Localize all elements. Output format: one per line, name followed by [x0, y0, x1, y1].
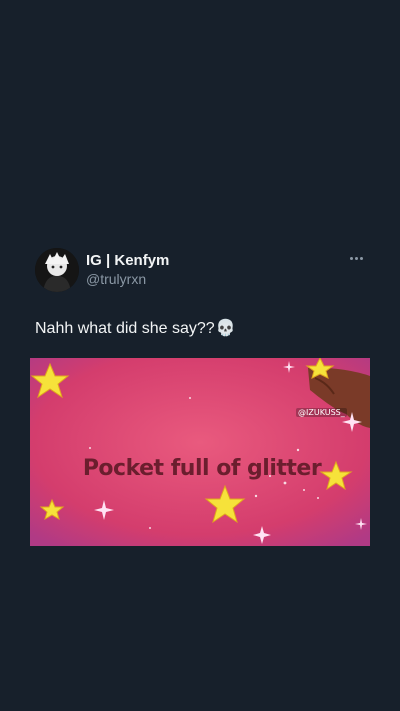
- tweet-text: Nahh what did she say??💀: [35, 318, 236, 339]
- media-caption: Pocket full of glitter: [82, 456, 322, 481]
- more-dots-icon[interactable]: [348, 252, 366, 264]
- skull-emoji: 💀: [215, 318, 236, 337]
- tweet-media[interactable]: @IZUKUSS_ Pocket full of glitter: [30, 358, 370, 546]
- author-info[interactable]: IG | Kenfym @trulyrxn: [86, 252, 169, 288]
- user-handle[interactable]: @trulyrxn: [86, 270, 169, 288]
- media-artwork: [30, 358, 370, 546]
- media-watermark: @IZUKUSS_: [296, 408, 347, 417]
- tweet-body: Nahh what did she say??: [35, 320, 215, 337]
- display-name[interactable]: IG | Kenfym: [86, 252, 169, 270]
- tweet[interactable]: IG | Kenfym @trulyrxn Nahh what did she …: [0, 0, 400, 711]
- avatar-image: [35, 248, 79, 292]
- avatar[interactable]: [35, 248, 79, 292]
